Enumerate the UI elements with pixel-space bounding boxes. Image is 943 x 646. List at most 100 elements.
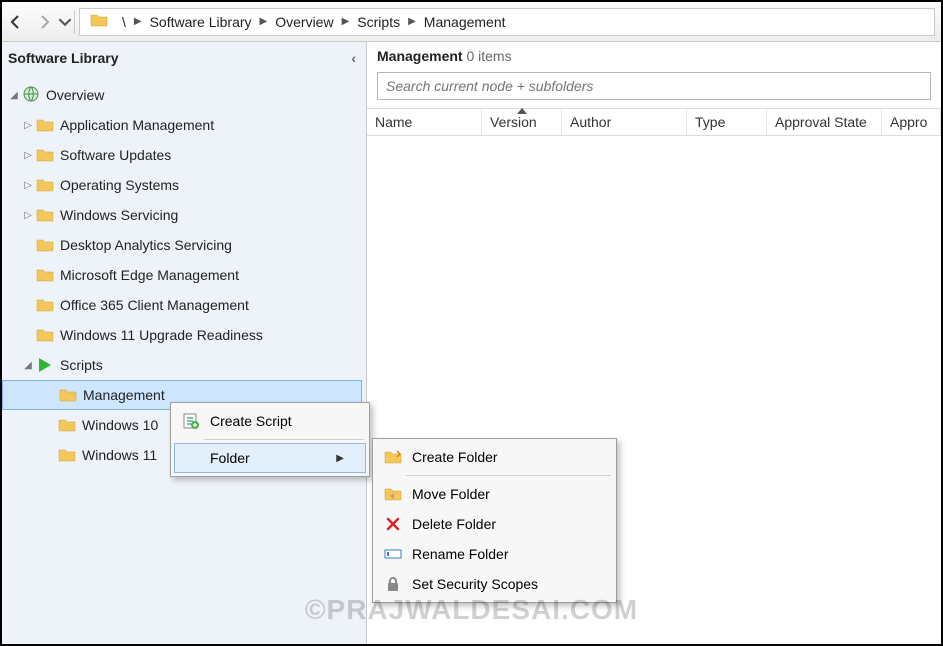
breadcrumb-item[interactable]: Management: [420, 12, 510, 32]
menu-separator: [204, 439, 364, 440]
tree-item-label: Windows 10: [82, 417, 158, 433]
tree-item[interactable]: Office 365 Client Management: [2, 290, 362, 320]
folder-icon: [36, 297, 54, 313]
folder-icon: [58, 447, 76, 463]
tree-item-label: Operating Systems: [60, 177, 179, 193]
expand-toggle[interactable]: ▷: [20, 210, 36, 221]
column-header-name[interactable]: Name: [367, 109, 482, 135]
menu-item-rename-folder[interactable]: Rename Folder: [376, 539, 613, 569]
tree-item[interactable]: ▷ Operating Systems: [2, 170, 362, 200]
breadcrumb-item[interactable]: Overview: [271, 12, 337, 32]
breadcrumb-bar[interactable]: \ ▶ Software Library ▶ Overview ▶ Script…: [79, 8, 935, 36]
column-header-author[interactable]: Author: [562, 109, 687, 135]
menu-item-label: Move Folder: [412, 486, 490, 502]
content-header: Management 0 items: [367, 42, 941, 68]
script-icon: [36, 357, 54, 373]
menu-item-folder[interactable]: Folder ▶: [174, 443, 366, 473]
expand-toggle[interactable]: ▷: [20, 120, 36, 131]
menu-separator: [406, 475, 611, 476]
navigation-bar: \ ▶ Software Library ▶ Overview ▶ Script…: [2, 2, 941, 42]
tree-item-label: Software Updates: [60, 147, 171, 163]
menu-item-create-script[interactable]: Create Script: [174, 406, 366, 436]
menu-item-label: Folder: [210, 450, 250, 466]
breadcrumb-item[interactable]: Software Library: [146, 12, 256, 32]
tree-item-label: Office 365 Client Management: [60, 297, 249, 313]
tree-item[interactable]: Desktop Analytics Servicing: [2, 230, 362, 260]
expand-toggle[interactable]: ◢: [20, 360, 36, 371]
globe-icon: [22, 85, 40, 106]
sidebar-title-label: Software Library: [8, 50, 118, 66]
breadcrumb-item[interactable]: Scripts: [353, 12, 404, 32]
sidebar: Software Library ‹ ◢ Overview ▷ Applicat…: [2, 42, 367, 644]
chevron-right-icon: ▶: [342, 16, 350, 27]
context-menu: Create Script Folder ▶: [170, 402, 370, 477]
context-submenu: Create Folder Move Folder Delete Folder …: [372, 438, 617, 603]
folder-new-icon: [382, 449, 404, 465]
history-dropdown[interactable]: [58, 8, 72, 36]
tree-item[interactable]: ▷ Application Management: [2, 110, 362, 140]
navigation-tree: ◢ Overview ▷ Application Management ▷ So…: [2, 76, 366, 644]
menu-item-label: Create Folder: [412, 449, 498, 465]
menu-item-label: Rename Folder: [412, 546, 509, 562]
back-button[interactable]: [2, 8, 30, 36]
menu-item-move-folder[interactable]: Move Folder: [376, 479, 613, 509]
submenu-arrow-icon: ▶: [336, 453, 344, 464]
breadcrumb-item[interactable]: \: [118, 12, 130, 32]
sidebar-title: Software Library ‹: [2, 42, 366, 76]
tree-item-label: Microsoft Edge Management: [60, 267, 239, 283]
create-script-icon: [180, 412, 202, 430]
tree-item-label: Windows 11 Upgrade Readiness: [60, 327, 263, 343]
tree-item-label: Windows 11: [82, 447, 157, 463]
tree-item[interactable]: Microsoft Edge Management: [2, 260, 362, 290]
rename-icon: [382, 547, 404, 561]
tree-item-label: Windows Servicing: [60, 207, 178, 223]
delete-icon: [382, 516, 404, 532]
column-header-version[interactable]: Version: [482, 109, 562, 135]
tree-item-label: Management: [83, 387, 165, 403]
column-headers: Name Version Author Type Approval State …: [367, 108, 941, 136]
tree-item-overview[interactable]: ◢ Overview: [2, 80, 362, 110]
folder-icon: [58, 417, 76, 433]
menu-item-label: Set Security Scopes: [412, 576, 538, 592]
menu-item-label: Delete Folder: [412, 516, 496, 532]
lock-icon: [382, 576, 404, 592]
folder-icon: [36, 327, 54, 343]
tree-item[interactable]: ▷ Windows Servicing: [2, 200, 362, 230]
tree-item-label: Desktop Analytics Servicing: [60, 237, 232, 253]
folder-icon: [59, 387, 77, 403]
forward-button[interactable]: [30, 8, 58, 36]
content-title: Management: [377, 48, 463, 64]
menu-item-delete-folder[interactable]: Delete Folder: [376, 509, 613, 539]
tree-item-label: Application Management: [60, 117, 214, 133]
menu-item-create-folder[interactable]: Create Folder: [376, 442, 613, 472]
folder-icon: [36, 237, 54, 253]
chevron-right-icon: ▶: [408, 16, 416, 27]
expand-toggle[interactable]: ◢: [6, 90, 22, 101]
chevron-right-icon: ▶: [134, 16, 142, 27]
folder-icon: [36, 117, 54, 133]
column-header-approver[interactable]: Appro: [882, 109, 941, 135]
tree-item-label: Scripts: [60, 357, 103, 373]
menu-item-label: Create Script: [210, 413, 292, 429]
folder-icon: [36, 177, 54, 193]
tree-item-scripts[interactable]: ◢ Scripts: [2, 350, 362, 380]
expand-toggle[interactable]: ▷: [20, 180, 36, 191]
expand-toggle[interactable]: ▷: [20, 150, 36, 161]
tree-item[interactable]: ▷ Software Updates: [2, 140, 362, 170]
item-count: 0 items: [466, 48, 511, 64]
chevron-right-icon: ▶: [260, 16, 268, 27]
folder-icon: [36, 147, 54, 163]
chevron-left-icon[interactable]: ‹: [351, 50, 356, 66]
search-input[interactable]: [386, 78, 922, 94]
tree-item-label: Overview: [46, 87, 104, 103]
column-header-type[interactable]: Type: [687, 109, 767, 135]
folder-icon: [90, 12, 108, 31]
search-box[interactable]: [377, 72, 931, 100]
tree-item[interactable]: Windows 11 Upgrade Readiness: [2, 320, 362, 350]
folder-icon: [36, 207, 54, 223]
folder-icon: [36, 267, 54, 283]
menu-item-security-scopes[interactable]: Set Security Scopes: [376, 569, 613, 599]
column-header-approval-state[interactable]: Approval State: [767, 109, 882, 135]
folder-move-icon: [382, 486, 404, 502]
divider: [74, 10, 75, 34]
